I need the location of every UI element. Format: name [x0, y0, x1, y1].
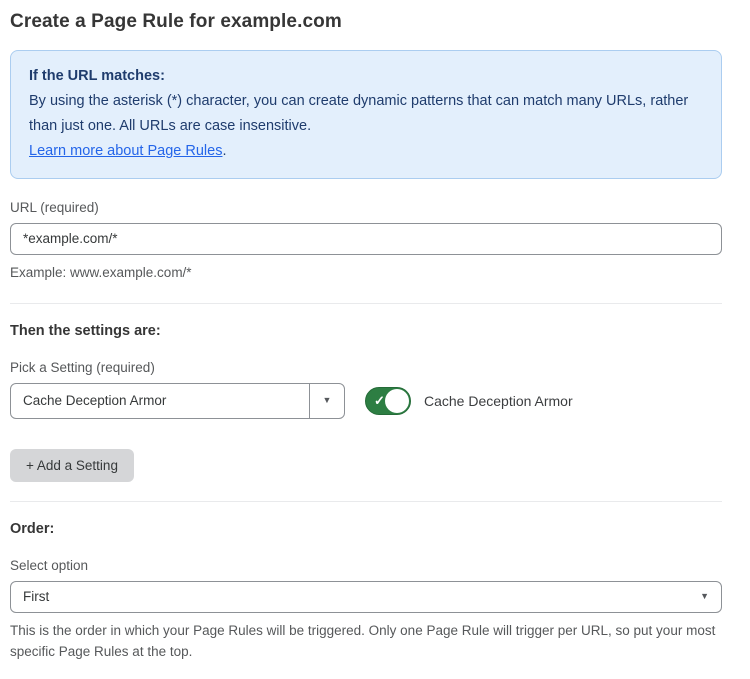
info-box-link-line: Learn more about Page Rules.: [29, 139, 703, 164]
settings-section-heading: Then the settings are:: [10, 323, 722, 339]
setting-select[interactable]: Cache Deception Armor ▼: [10, 383, 345, 419]
order-select[interactable]: First ▼: [10, 581, 722, 613]
url-field-label: URL (required): [10, 200, 722, 215]
page-title: Create a Page Rule for example.com: [10, 11, 722, 33]
info-box-body: By using the asterisk (*) character, you…: [29, 89, 703, 139]
toggle-label: Cache Deception Armor: [424, 393, 573, 409]
divider: [10, 501, 722, 502]
chevron-down-icon: ▼: [323, 396, 332, 405]
order-select-value: First: [23, 589, 49, 604]
setting-select-value: Cache Deception Armor: [11, 384, 309, 418]
setting-select-arrow-button[interactable]: ▼: [309, 384, 344, 418]
page-rule-form: Create a Page Rule for example.com If th…: [10, 0, 722, 679]
order-section-heading: Order:: [10, 521, 722, 537]
order-helper-text: This is the order in which your Page Rul…: [10, 621, 722, 663]
add-setting-button[interactable]: + Add a Setting: [10, 449, 134, 482]
learn-more-link[interactable]: Learn more about Page Rules: [29, 143, 222, 159]
divider: [10, 303, 722, 304]
cache-deception-armor-toggle[interactable]: ✓: [365, 387, 411, 415]
order-select-label: Select option: [10, 558, 722, 573]
setting-row: Cache Deception Armor ▼ ✓ Cache Deceptio…: [10, 383, 722, 419]
toggle-knob: [385, 389, 409, 413]
url-input[interactable]: [10, 223, 722, 255]
toggle-group: ✓ Cache Deception Armor: [365, 387, 573, 415]
check-icon: ✓: [374, 393, 385, 409]
chevron-down-icon: ▼: [700, 592, 709, 601]
url-match-info-box: If the URL matches: By using the asteris…: [10, 50, 722, 179]
setting-picker-label: Pick a Setting (required): [10, 360, 722, 375]
link-suffix: .: [222, 143, 226, 159]
info-box-heading: If the URL matches:: [29, 64, 703, 89]
url-field-helper: Example: www.example.com/*: [10, 263, 722, 284]
